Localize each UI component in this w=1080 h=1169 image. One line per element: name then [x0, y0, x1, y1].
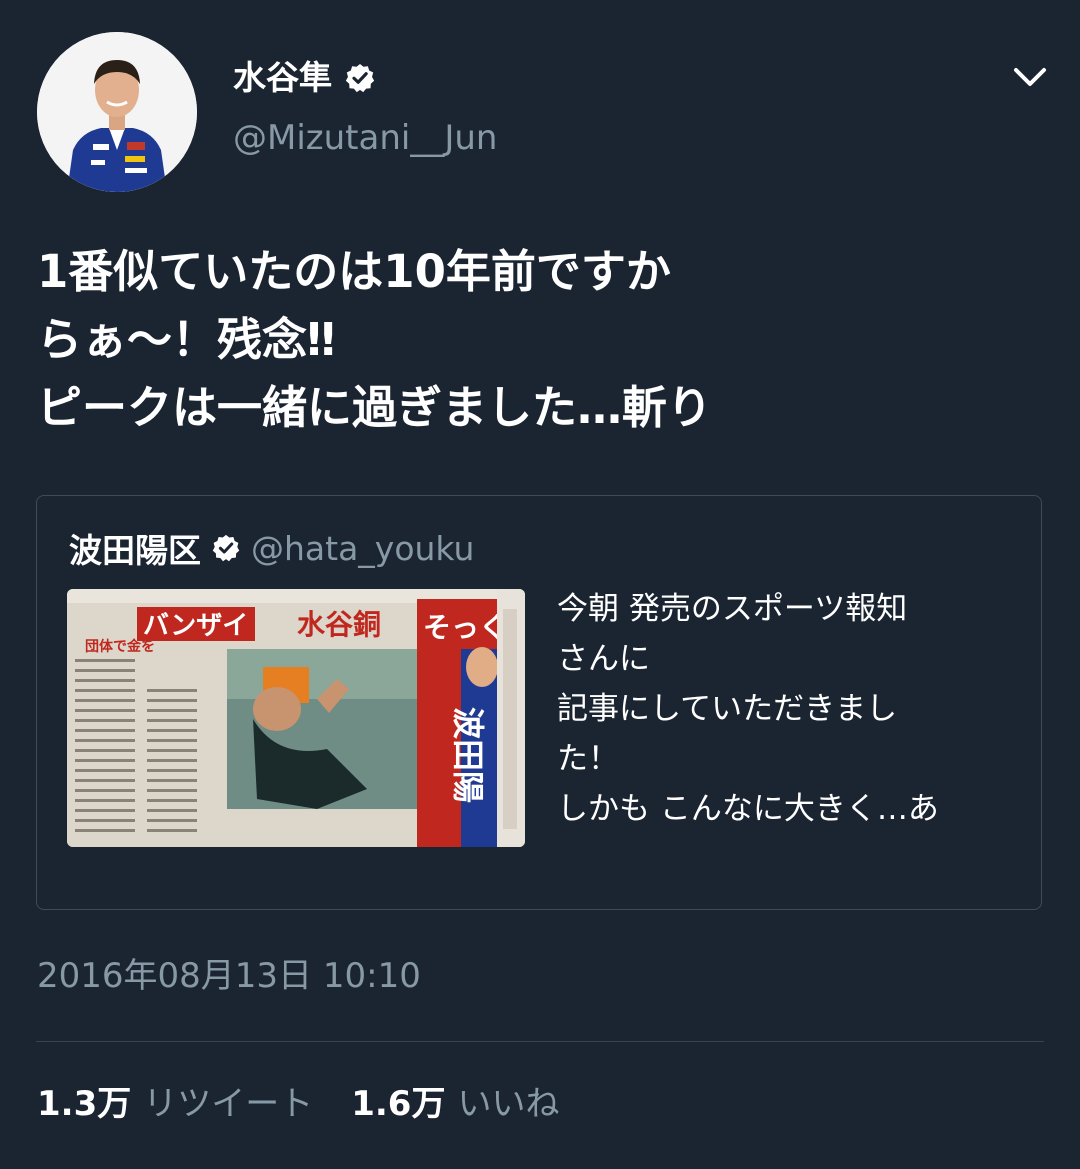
quoted-text-line: 今朝 発売のスポーツ報知	[557, 591, 908, 627]
quoted-tweet-text: 今朝 発売のスポーツ報知 さんに 記事にしていただきまし た！ しかも こんなに…	[557, 584, 1017, 834]
quoted-author-handle: @hata_youku	[251, 528, 475, 568]
likes-count: 1.6万	[351, 1084, 446, 1124]
verified-badge-icon	[344, 62, 376, 94]
likes-label: いいね	[457, 1084, 560, 1124]
author-display-name: 水谷隼	[233, 58, 332, 97]
image-headline-right-name: 波田陽	[449, 707, 487, 803]
image-headline-left: バンザイ	[143, 611, 248, 641]
likes-stat[interactable]: 1.6万 いいね	[351, 1076, 559, 1125]
quoted-text-line: 記事にしていただきまし	[557, 691, 898, 727]
chevron-down-icon[interactable]	[1008, 58, 1052, 98]
quoted-text-line: さんに	[557, 641, 650, 677]
verified-badge-icon	[211, 533, 241, 563]
tweet-text-line: 1番似ていたのは10年前ですか	[37, 245, 671, 298]
tweet-stats: 1.3万 リツイート 1.6万 いいね	[37, 1076, 559, 1125]
retweets-count: 1.3万	[37, 1084, 132, 1124]
tweet-text-line: ピークは一緒に過ぎました…斬り	[37, 381, 713, 434]
quoted-author-row: 波田陽区 @hata_youku	[69, 524, 474, 572]
retweets-stat[interactable]: 1.3万 リツイート	[37, 1076, 313, 1125]
tweet-timestamp[interactable]: 2016年08月13日 10:10	[37, 948, 421, 997]
tweet-detail: 水谷隼 @Mizutani__Jun 1番似ていたのは10年前ですか らぁ〜！残…	[0, 0, 1080, 1169]
quoted-text-line: しかも こんなに大きく…あ	[557, 791, 939, 827]
divider	[36, 1041, 1044, 1042]
avatar-photo	[37, 32, 197, 192]
quoted-tweet-card[interactable]: 波田陽区 @hata_youku バンザイ 団体で金を 水谷銅 そっくり 波田陽…	[36, 495, 1042, 910]
newspaper-photo: バンザイ 団体で金を 水谷銅 そっくり 波田陽	[67, 589, 525, 847]
author-name-row[interactable]: 水谷隼	[233, 58, 376, 98]
image-headline-sub: 団体で金を	[85, 638, 155, 655]
retweets-label: リツイート	[143, 1084, 314, 1124]
quoted-author-name: 波田陽区	[69, 531, 201, 570]
quoted-text-line: た！	[557, 741, 619, 777]
tweet-text: 1番似ていたのは10年前ですか らぁ〜！残念‼ ピークは一緒に過ぎました…斬り	[37, 238, 937, 442]
image-headline-center: 水谷銅	[297, 608, 381, 641]
tweet-text-line: らぁ〜！残念‼	[37, 313, 336, 366]
author-avatar[interactable]	[37, 32, 197, 192]
quoted-tweet-image[interactable]: バンザイ 団体で金を 水谷銅 そっくり 波田陽	[67, 589, 525, 847]
author-handle[interactable]: @Mizutani__Jun	[233, 116, 497, 160]
